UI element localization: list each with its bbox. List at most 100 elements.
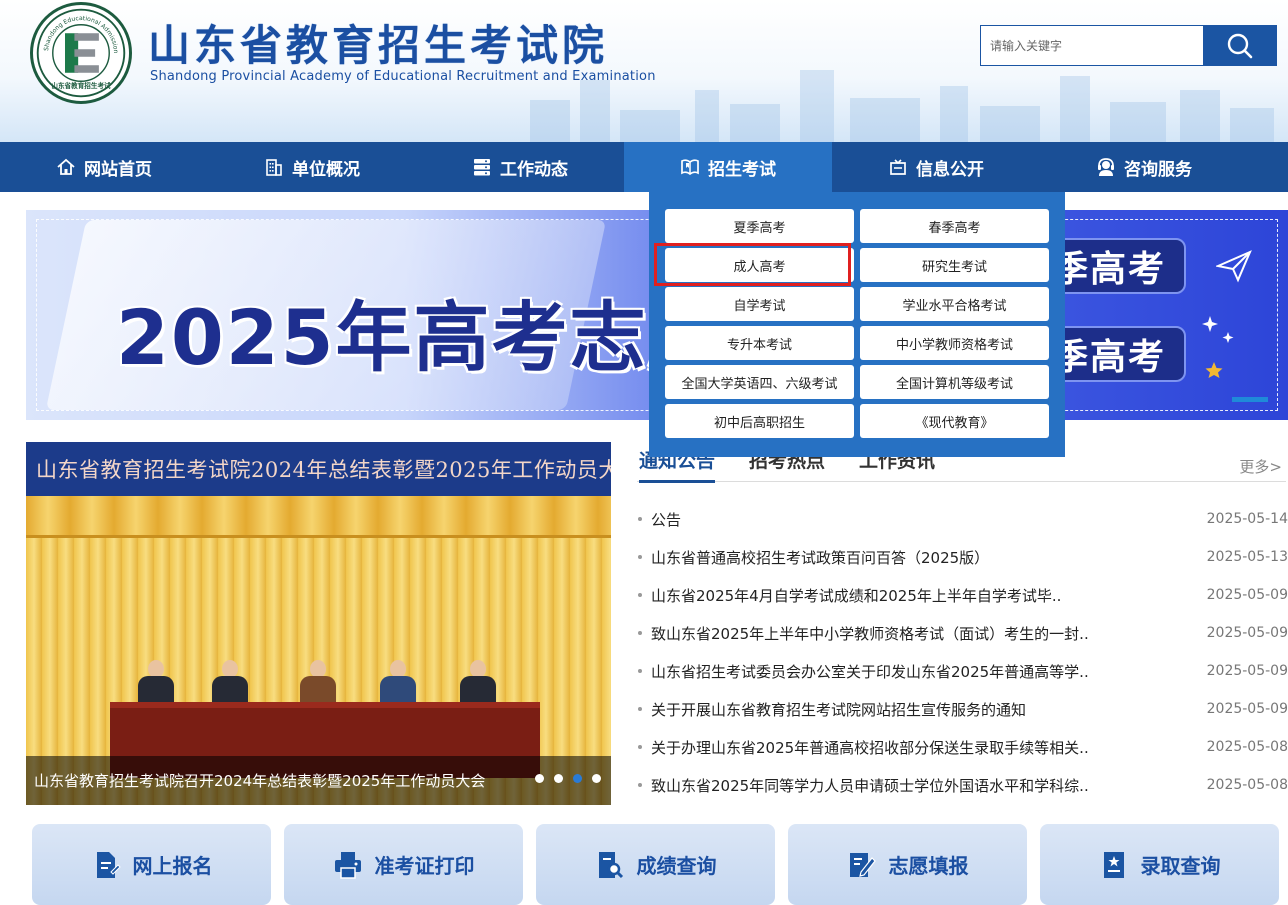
search-button[interactable]	[1203, 26, 1276, 65]
carousel-dot-active[interactable]	[573, 774, 582, 783]
more-link[interactable]: 更多>	[1239, 456, 1282, 477]
news-item[interactable]: 致山东省2025年同等学力人员申请硕士学位外国语水平和学科综.. 2025-05…	[637, 766, 1288, 804]
news-item[interactable]: 致山东省2025年上半年中小学教师资格考试（面试）考生的一封.. 2025-05…	[637, 614, 1288, 652]
bullet-icon	[638, 745, 642, 749]
sparkle-icon	[1202, 316, 1234, 378]
nav-item-consult[interactable]: 咨询服务	[1040, 142, 1248, 192]
dropdown-item-adult-gaokao[interactable]: 成人高考	[665, 248, 854, 282]
nav-item-label: 单位概况	[292, 159, 360, 180]
carousel-dot[interactable]	[535, 774, 544, 783]
bullet-icon	[638, 631, 642, 635]
carousel-dot[interactable]	[554, 774, 563, 783]
news-title[interactable]: 公告	[651, 509, 1171, 530]
news-title[interactable]: 山东省招生考试委员会办公室关于印发山东省2025年普通高等学..	[651, 661, 1171, 682]
bullet-icon	[638, 783, 642, 787]
bullet-icon	[638, 669, 642, 673]
dropdown-item-teacher-qualification-exam[interactable]: 中小学教师资格考试	[860, 326, 1049, 360]
search-icon	[1227, 33, 1252, 58]
site-subtitle: Shandong Provincial Academy of Education…	[150, 69, 656, 84]
admission-query-button[interactable]: 录取查询	[1040, 824, 1279, 905]
admission-ticket-print-button[interactable]: 准考证打印	[284, 824, 523, 905]
nav-item-label: 信息公开	[916, 159, 984, 180]
service-label: 志愿填报	[888, 854, 969, 878]
news-title[interactable]: 山东省普通高校招生考试政策百问百答（2025版）	[651, 547, 1171, 568]
news-title[interactable]: 关于开展山东省教育招生考试院网站招生宣传服务的通知	[651, 699, 1171, 720]
quick-services: 网上报名 准考证打印 成绩查询 志愿填报 录取查询	[32, 824, 1288, 905]
banner-slide-indicator[interactable]	[1232, 397, 1268, 402]
news-date: 2025-05-09	[1206, 625, 1288, 641]
search-box	[980, 25, 1277, 66]
dropdown-item-academic-proficiency-exam[interactable]: 学业水平合格考试	[860, 287, 1049, 321]
dropdown-item-ncre-exam[interactable]: 全国计算机等级考试	[860, 365, 1049, 399]
application-fill-button[interactable]: 志愿填报	[788, 824, 1027, 905]
dropdown-item-vocational-enrollment[interactable]: 初中后高职招生	[665, 404, 854, 438]
nav-item-label: 工作动态	[500, 159, 568, 180]
nav-item-home[interactable]: 网站首页	[0, 142, 208, 192]
photo-person	[136, 660, 176, 704]
photo-person	[298, 660, 338, 704]
nav-item-news[interactable]: 工作动态	[416, 142, 624, 192]
dropdown-item-postgraduate-exam[interactable]: 研究生考试	[860, 248, 1049, 282]
nav-item-about[interactable]: 单位概况	[208, 142, 416, 192]
dropdown-item-summer-gaokao[interactable]: 夏季高考	[665, 209, 854, 243]
admission-doc-icon	[1103, 851, 1124, 878]
dropdown-item-cet-exam[interactable]: 全国大学英语四、六级考试	[665, 365, 854, 399]
news-date: 2025-05-08	[1206, 739, 1288, 755]
nav-item-exams[interactable]: 招生考试	[624, 142, 832, 192]
form-pen-icon	[96, 851, 121, 878]
dropdown-item-modern-education[interactable]: 《现代教育》	[860, 404, 1049, 438]
news-panel: 通知公告 招考热点 工作资讯 更多> 公告 2025-05-14 山东省普通高校…	[637, 442, 1288, 812]
service-label: 准考证打印	[374, 854, 475, 878]
news-title[interactable]: 关于办理山东省2025年普通高校招收部分保送生录取手续等相关..	[651, 737, 1171, 758]
main-nav: 网站首页 单位概况 工作动态 招生考试 信息公开 咨询服务	[0, 142, 1288, 192]
news-date: 2025-05-14	[1206, 511, 1288, 527]
building-icon	[266, 159, 282, 176]
site-title: 山东省教育招生考试院	[148, 21, 609, 70]
photo-caption-bar: 山东省教育招生考试院召开2024年总结表彰暨2025年工作动员大会	[26, 756, 611, 805]
news-title[interactable]: 致山东省2025年同等学力人员申请硕士学位外国语水平和学科综..	[651, 775, 1171, 796]
nav-item-label: 招生考试	[708, 159, 776, 180]
score-query-button[interactable]: 成绩查询	[536, 824, 775, 905]
news-date: 2025-05-13	[1206, 549, 1288, 565]
nav-item-disclosure[interactable]: 信息公开	[832, 142, 1040, 192]
photo-person	[210, 660, 250, 704]
svg-text:山东省教育招生考试: 山东省教育招生考试	[51, 81, 111, 90]
news-item[interactable]: 关于办理山东省2025年普通高校招收部分保送生录取手续等相关.. 2025-05…	[637, 728, 1288, 766]
nav-item-label: 咨询服务	[1124, 159, 1192, 180]
service-label: 录取查询	[1140, 854, 1221, 878]
news-title[interactable]: 山东省2025年4月自学考试成绩和2025年上半年自学考试毕..	[651, 585, 1171, 606]
dropdown-item-self-study-exam[interactable]: 自学考试	[665, 287, 854, 321]
online-registration-button[interactable]: 网上报名	[32, 824, 271, 905]
dropdown-item-upgrade-exam[interactable]: 专升本考试	[665, 326, 854, 360]
bullet-icon	[638, 555, 642, 559]
news-date: 2025-05-09	[1206, 701, 1288, 717]
photo-caption[interactable]: 山东省教育招生考试院召开2024年总结表彰暨2025年工作动员大会	[34, 770, 485, 791]
photo-person	[458, 660, 498, 704]
news-item[interactable]: 关于开展山东省教育招生考试院网站招生宣传服务的通知 2025-05-09	[637, 690, 1288, 728]
banner-title: 2025年高考志愿	[116, 293, 726, 382]
news-list: 公告 2025-05-14 山东省普通高校招生考试政策百问百答（2025版） 2…	[637, 500, 1288, 804]
news-date: 2025-05-08	[1206, 777, 1288, 793]
news-item[interactable]: 山东省2025年4月自学考试成绩和2025年上半年自学考试毕.. 2025-05…	[637, 576, 1288, 614]
news-item[interactable]: 公告 2025-05-14	[637, 500, 1288, 538]
bullet-icon	[638, 707, 642, 711]
news-item[interactable]: 山东省普通高校招生考试政策百问百答（2025版） 2025-05-13	[637, 538, 1288, 576]
search-input[interactable]	[981, 26, 1203, 65]
carousel-dot[interactable]	[592, 774, 601, 783]
paper-plane-icon	[1216, 250, 1252, 283]
exams-dropdown-menu: 夏季高考 春季高考 成人高考 研究生考试 自学考试 学业水平合格考试 专升本考试…	[649, 192, 1065, 457]
photo-person	[378, 660, 418, 704]
news-title[interactable]: 致山东省2025年上半年中小学教师资格考试（面试）考生的一封..	[651, 623, 1171, 644]
bullet-icon	[638, 517, 642, 521]
photo-banner-header: 山东省教育招生考试院2024年总结表彰暨2025年工作动员大会	[26, 442, 611, 496]
carousel-dots	[535, 774, 601, 783]
news-item[interactable]: 山东省招生考试委员会办公室关于印发山东省2025年普通高等学.. 2025-05…	[637, 652, 1288, 690]
bullet-icon	[638, 593, 642, 597]
news-date: 2025-05-09	[1206, 587, 1288, 603]
photo-valance	[26, 496, 611, 538]
academy-logo[interactable]: Shandong Educational Admission & Examina…	[30, 0, 132, 104]
site-header: Shandong Educational Admission & Examina…	[0, 0, 1288, 142]
photo-header-text: 山东省教育招生考试院2024年总结表彰暨2025年工作动员大会	[36, 458, 611, 482]
news-photo-carousel[interactable]: 山东省教育招生考试院2024年总结表彰暨2025年工作动员大会 山东省教育招生考…	[26, 442, 611, 805]
dropdown-item-spring-gaokao[interactable]: 春季高考	[860, 209, 1049, 243]
